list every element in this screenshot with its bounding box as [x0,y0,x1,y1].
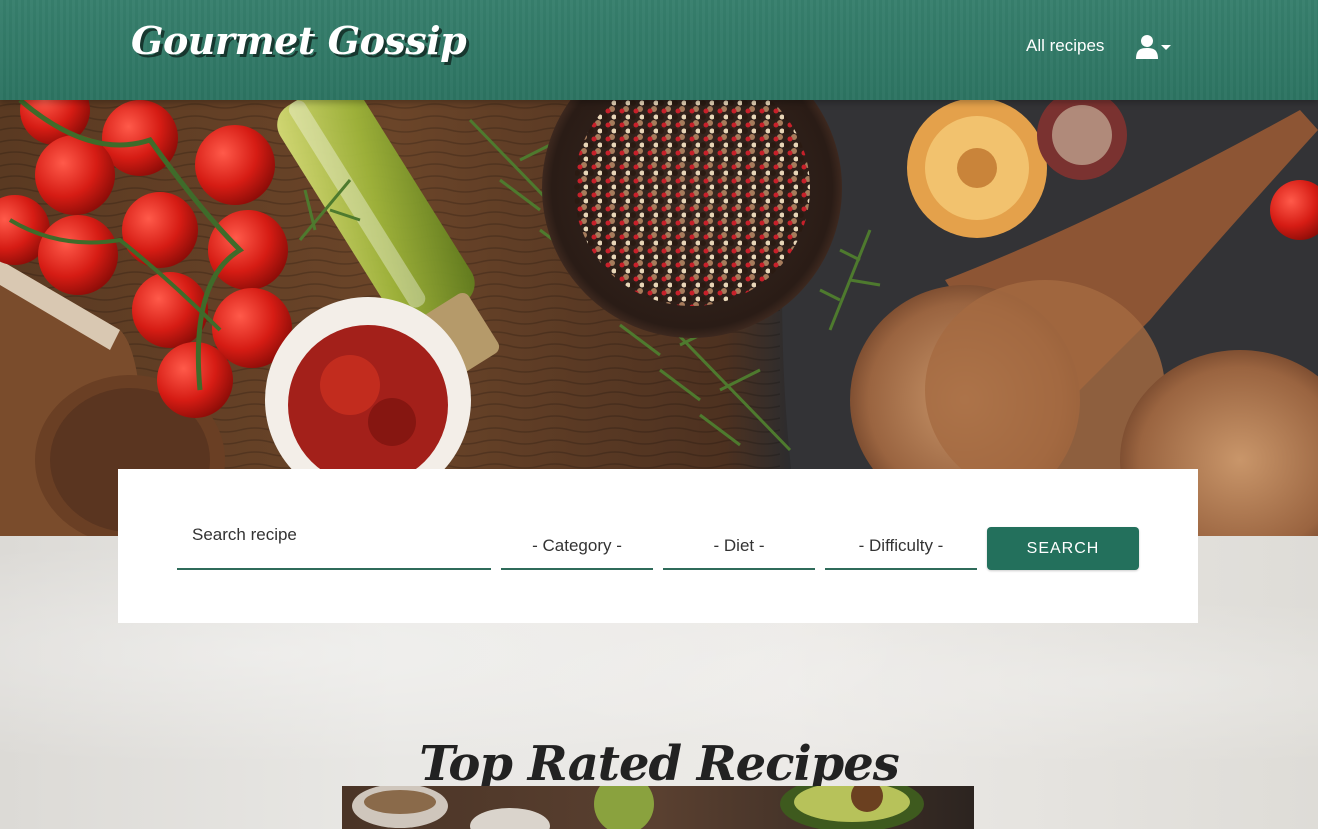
navbar: Gourmet Gossip All recipes [0,0,1318,100]
category-select[interactable]: - Category - [501,521,653,570]
search-input[interactable] [177,521,491,570]
diet-select[interactable]: - Diet - [663,521,815,570]
diet-select-value: - Diet - [713,536,765,555]
search-button[interactable]: SEARCH [987,527,1139,570]
brand-logo[interactable]: Gourmet Gossip [131,18,467,63]
difficulty-select-value: - Difficulty - [858,536,944,555]
user-menu-dropdown[interactable] [1136,34,1172,60]
category-select-value: - Category - [532,536,622,555]
difficulty-select[interactable]: - Difficulty - [825,521,977,570]
section-title: Top Rated Recipes [419,735,900,792]
recipe-card-image[interactable] [342,786,974,829]
search-panel: - Category - - Diet - - Difficulty - SEA… [118,469,1198,623]
nav-link-all-recipes[interactable]: All recipes [1026,36,1104,56]
caret-down-icon [1161,45,1171,50]
user-icon [1136,35,1158,59]
